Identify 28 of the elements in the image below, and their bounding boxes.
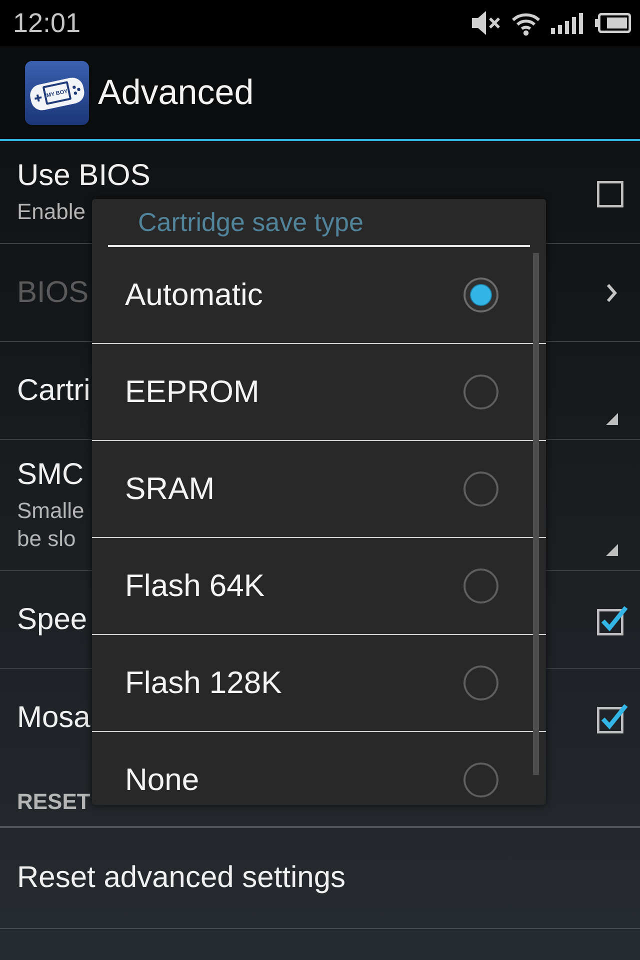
radio-button[interactable] <box>463 762 499 798</box>
radio-button[interactable] <box>463 374 499 410</box>
setting-title: BIOS <box>17 274 89 310</box>
radio-button[interactable] <box>463 471 499 507</box>
battery-icon <box>595 13 631 33</box>
radio-button[interactable] <box>463 277 499 313</box>
category-header: RESET <box>17 788 90 816</box>
checkbox[interactable] <box>596 702 628 734</box>
setting-title: SMC <box>17 457 84 493</box>
checkbox[interactable] <box>596 604 628 636</box>
chevron-right-icon <box>606 282 618 302</box>
setting-title: Mosa <box>17 700 90 736</box>
mute-icon <box>471 10 501 36</box>
setting-title: Cartri <box>17 372 90 408</box>
radio-button[interactable] <box>463 568 499 604</box>
setting-title: Use BIOS <box>17 158 150 194</box>
radio-button[interactable] <box>463 665 499 701</box>
setting-summary: be slo <box>17 525 76 553</box>
screen-title: Advanced <box>98 72 254 112</box>
setting-summary: Enable <box>17 198 86 226</box>
triangle-icon <box>606 544 618 556</box>
triangle-icon <box>606 413 618 425</box>
dialog-title: Cartridge save type <box>137 206 364 239</box>
setting-title: Reset advanced settings <box>17 860 346 896</box>
signal-icon <box>551 12 585 34</box>
setting-title: Spee <box>17 602 88 638</box>
setting-summary: Smalle <box>17 497 84 525</box>
status-time: 12:01 <box>13 8 81 38</box>
